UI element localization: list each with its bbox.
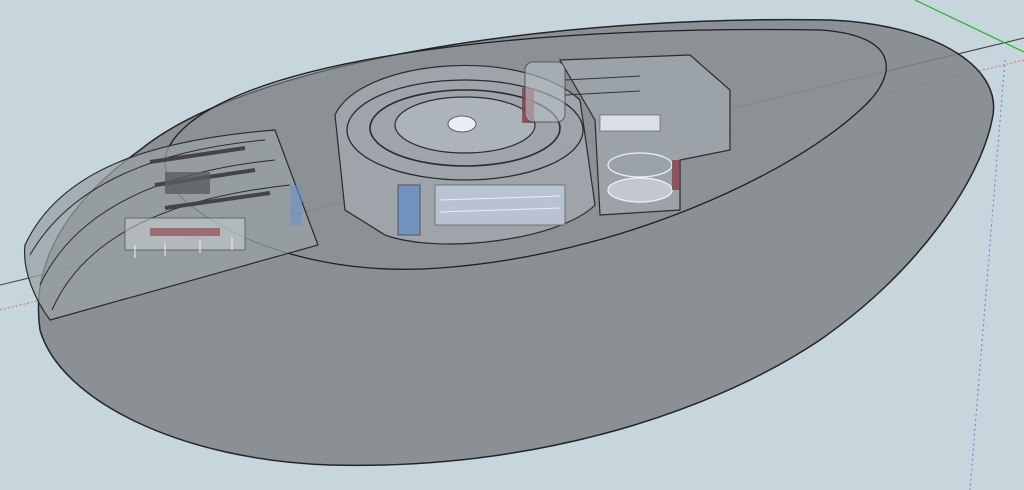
rotunda-blue-door[interactable] — [397, 184, 421, 236]
modeling-viewport[interactable] — [0, 0, 1024, 490]
forward-blue-panel — [290, 185, 302, 225]
rotunda-core — [447, 115, 477, 133]
forward-grille — [165, 172, 210, 194]
forward-red-accent — [150, 228, 220, 236]
aft-tower-window — [599, 114, 661, 132]
aft-tower-cylinder — [524, 61, 566, 123]
scene-canvas[interactable] — [0, 0, 1024, 490]
rotunda-glass-band — [434, 184, 566, 226]
aft-glass-pod[interactable] — [607, 177, 673, 203]
aft-red-accent — [672, 160, 680, 190]
